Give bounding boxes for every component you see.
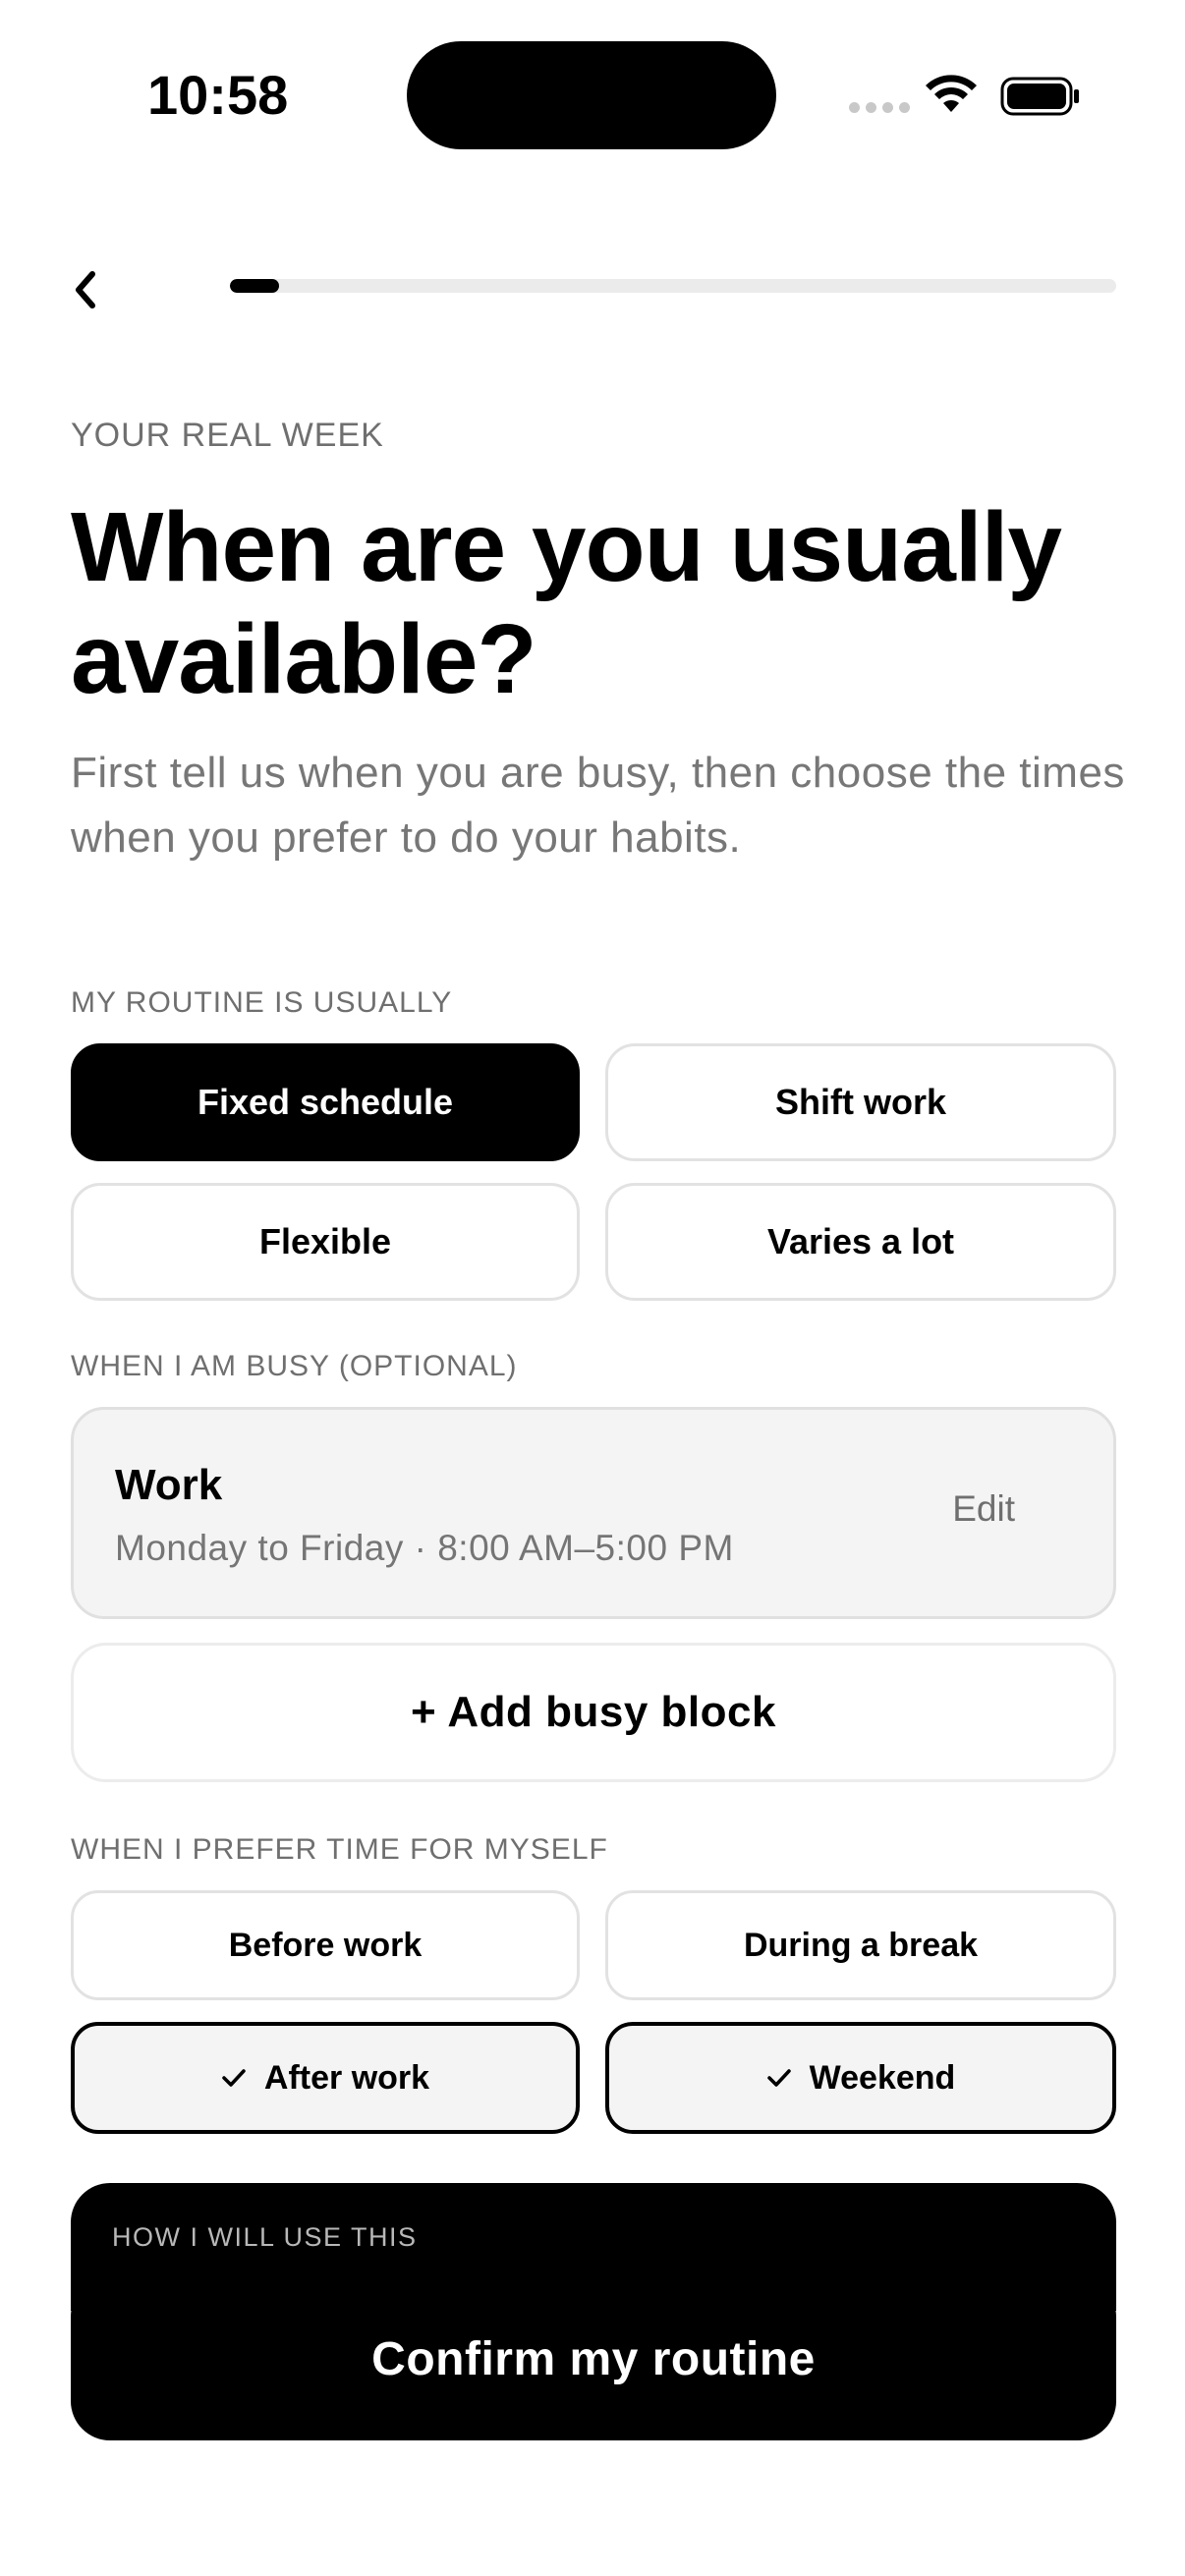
info-card-label: HOW I WILL USE THIS bbox=[112, 2222, 418, 2252]
preferred-section-label: WHEN I PREFER TIME FOR MYSELF bbox=[71, 1833, 608, 1866]
preferred-option-after-work[interactable]: After work bbox=[71, 2022, 580, 2134]
confirm-routine-button[interactable]: Confirm my routine bbox=[71, 2277, 1116, 2440]
progress-fill bbox=[230, 279, 279, 293]
preferred-option-weekend[interactable]: Weekend bbox=[605, 2022, 1116, 2134]
cellular-signal-icon bbox=[849, 102, 910, 113]
checkmark-icon bbox=[222, 2069, 246, 2087]
preferred-option-label: During a break bbox=[743, 1926, 979, 1964]
routine-option-flexible[interactable]: Flexible bbox=[71, 1183, 580, 1301]
preferred-option-during-a-break[interactable]: During a break bbox=[605, 1890, 1116, 2000]
wifi-icon bbox=[926, 75, 977, 112]
routine-option-fixed-schedule[interactable]: Fixed schedule bbox=[71, 1043, 580, 1161]
edit-busy-block-button[interactable]: Edit bbox=[952, 1488, 1015, 1530]
screen: 10:58 YOUR REAL WEEK When are you usuall… bbox=[0, 0, 1185, 2576]
battery-icon bbox=[1000, 77, 1079, 116]
routine-option-shift-work[interactable]: Shift work bbox=[605, 1043, 1116, 1161]
dynamic-island bbox=[407, 41, 776, 149]
preferred-option-label: Before work bbox=[228, 1926, 423, 1964]
preferred-option-label: After work bbox=[263, 2058, 430, 2097]
busy-block-card[interactable]: Work Monday to Friday · 8:00 AM–5:00 PM … bbox=[71, 1407, 1116, 1619]
progress-bar bbox=[230, 279, 1116, 293]
busy-block-title: Work bbox=[115, 1461, 223, 1509]
section-eyebrow: YOUR REAL WEEK bbox=[71, 417, 384, 454]
checkmark-icon bbox=[766, 2069, 791, 2087]
routine-section-label: MY ROUTINE IS USUALLY bbox=[71, 986, 453, 1019]
back-button[interactable] bbox=[61, 257, 110, 322]
page-title: When are you usually available? bbox=[71, 492, 1062, 714]
chevron-left-icon bbox=[76, 271, 95, 308]
busy-block-detail: Monday to Friday · 8:00 AM–5:00 PM bbox=[115, 1528, 734, 1568]
preferred-option-before-work[interactable]: Before work bbox=[71, 1890, 580, 2000]
preferred-option-label: Weekend bbox=[809, 2058, 956, 2097]
page-subtitle: First tell us when you are busy, then ch… bbox=[71, 749, 1125, 862]
routine-option-varies-a-lot[interactable]: Varies a lot bbox=[605, 1183, 1116, 1301]
busy-section-label: WHEN I AM BUSY (OPTIONAL) bbox=[71, 1350, 518, 1382]
add-busy-block-button[interactable]: + Add busy block bbox=[71, 1643, 1116, 1782]
status-time: 10:58 bbox=[147, 64, 289, 126]
